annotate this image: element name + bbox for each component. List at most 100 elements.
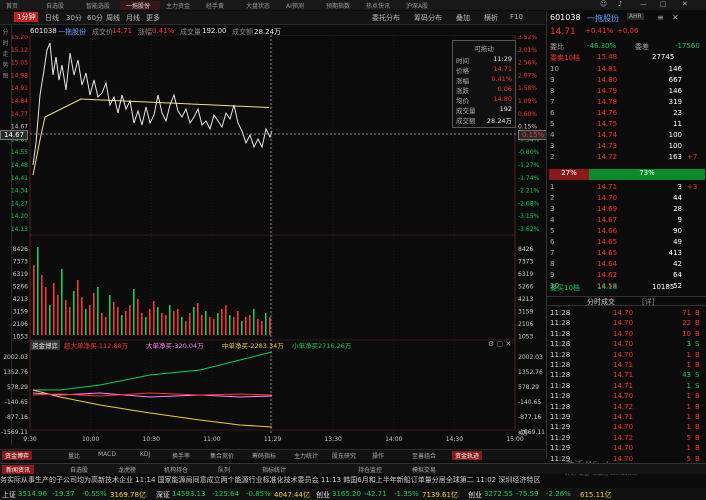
top-tab[interactable]: 沪深A股 <box>400 1 440 10</box>
bid-row[interactable]: 3 14.69 28 <box>547 205 706 215</box>
pct-tick-label: -1.27% <box>518 162 540 169</box>
panel-tab[interactable]: 模拟交易 <box>412 465 436 474</box>
index-name[interactable]: 上证 <box>2 490 16 500</box>
top-tab[interactable]: 预期指数 <box>320 1 360 10</box>
crosshair-tooltip[interactable]: 可拖动 时间 11:29 价格 14.71 涨幅 0.41% 涨跌 0.06 均价 14.80 成交… <box>452 40 516 128</box>
period-month-button[interactable]: 月线 <box>126 13 140 23</box>
top-tab[interactable]: 首页 <box>0 1 40 10</box>
level: 8 <box>550 260 555 268</box>
indicator-tab[interactable]: 筹码指标 <box>252 451 276 460</box>
flow-settings-icon[interactable]: ⚙ ▢ ✕ <box>488 340 511 348</box>
more-menu[interactable]: 更多 <box>146 13 160 23</box>
volume-bar <box>45 287 47 335</box>
news-ticker[interactable]: 务实际从事生产的子公司均为高新技术企业 11:14 国家能源局同意成立两个能源行… <box>0 475 706 488</box>
tooltip-value: 192 <box>499 105 512 113</box>
flow-legend-title[interactable]: 资金博弈 <box>30 340 60 350</box>
fold-menu[interactable]: 横折 <box>484 13 498 23</box>
index-amount: 615.11亿 <box>580 491 612 499</box>
maximize-icon[interactable]: □ <box>660 0 667 8</box>
user-icon[interactable]: ☺ <box>600 0 607 8</box>
top-tab[interactable]: 大盘状态 <box>240 1 280 10</box>
indicator-tab[interactable]: MACD <box>98 451 116 458</box>
flow-tick-label: 2002.03 <box>3 354 28 361</box>
indicator-tab[interactable]: 操作 <box>372 451 384 460</box>
indicator-tab-active[interactable]: 资金轨迹 <box>452 451 483 460</box>
top-tab[interactable]: 智能选股 <box>80 1 120 10</box>
panel-tab[interactable]: 队列 <box>218 465 230 474</box>
index-name[interactable]: 深证 <box>156 490 170 500</box>
panel-tab[interactable]: 指标统计 <box>262 465 286 474</box>
panel-tab[interactable]: 龙虎榜 <box>118 465 136 474</box>
top-tab[interactable]: 经手黄 <box>200 1 240 10</box>
trade-side: B <box>695 350 700 359</box>
index-pct: -2.26% <box>546 490 571 498</box>
bid-row[interactable]: 8 14.64 42 <box>547 260 706 270</box>
trade-price: 14.71 <box>613 371 634 380</box>
sidebar-menu-icon[interactable]: ≡ <box>657 13 664 22</box>
indicator-tab[interactable]: 资金博弈 <box>2 451 33 460</box>
ask-row[interactable]: 4 14.74 100 <box>547 131 706 141</box>
top-tab[interactable]: 主力资金 <box>160 1 200 10</box>
indicator-tab[interactable]: 主力统计 <box>294 451 318 460</box>
trades-detail-button[interactable]: [详] <box>642 297 654 307</box>
indicator-tab[interactable]: KDJ <box>140 451 150 458</box>
ask-row[interactable]: 2 14.72 163 +7 <box>547 153 706 163</box>
panel-tab[interactable]: 机构持仓 <box>164 465 188 474</box>
buy-total-price: 14.18 <box>597 283 618 291</box>
bid-row[interactable]: 4 14.67 9 <box>547 216 706 226</box>
panel-tab[interactable]: 新闻资讯 <box>2 465 35 474</box>
bid-row[interactable]: 7 14.65 413 <box>547 249 706 259</box>
indicator-tab[interactable]: 换手率 <box>172 451 190 460</box>
news-text[interactable]: 务实际从事生产的子公司均为高新技术企业 11:14 国家能源局同意成立两个能源行… <box>0 476 540 484</box>
minimize-icon[interactable]: — <box>640 0 647 8</box>
period-60min-button[interactable]: 60分 <box>87 13 103 23</box>
sidebar-close-icon[interactable]: ✕ <box>672 13 679 22</box>
indicator-tab[interactable]: 至善组合 <box>412 451 436 460</box>
level: 9 <box>550 271 555 279</box>
ask-row[interactable]: 9 14.80 667 <box>547 76 706 86</box>
bell-icon[interactable]: ♪ <box>618 0 622 8</box>
panel-tab[interactable]: 自选股 <box>70 465 88 474</box>
flow-super-line <box>32 392 273 397</box>
index-name[interactable]: 创业 <box>468 490 482 500</box>
ask-row[interactable]: 8 14.79 146 <box>547 87 706 97</box>
bid-row[interactable]: 2 14.70 44 <box>547 194 706 204</box>
index-name[interactable]: 创业 <box>316 490 330 500</box>
wb-label: 委比 <box>550 43 564 51</box>
period-day-button[interactable]: 日线 <box>45 13 59 23</box>
top-tab[interactable]: 热点快讯 <box>360 1 400 10</box>
price-tick-label: 14.77 <box>11 111 28 118</box>
volume-bar <box>205 311 207 335</box>
close-icon[interactable]: ✕ <box>682 0 688 8</box>
tooltip-row: 均价 14.80 <box>456 95 512 105</box>
bid-row[interactable]: 1 14.71 3 +3 <box>547 183 706 193</box>
index-change: -125.64 <box>212 490 240 498</box>
ask-row[interactable]: 7 14.78 319 <box>547 98 706 108</box>
bid-row[interactable]: 6 14.65 49 <box>547 238 706 248</box>
ask-row[interactable]: 5 14.75 11 <box>547 120 706 130</box>
ahr-badge[interactable]: AHR <box>627 13 644 20</box>
bid-row[interactable]: 9 14.62 64 <box>547 271 706 281</box>
chip-distribution-menu[interactable]: 筹码分布 <box>414 13 442 23</box>
trade-time: 11:28 <box>550 381 571 390</box>
panel-tab[interactable]: 持仓监控 <box>358 465 382 474</box>
ask-row[interactable]: 6 14.76 23 <box>547 109 706 119</box>
period-30min-button[interactable]: 30分 <box>66 13 82 23</box>
indicator-tab[interactable]: 股东研究 <box>332 451 356 460</box>
f10-button[interactable]: F10 <box>510 13 523 21</box>
price-tick-label: 14.84 <box>11 98 28 105</box>
ask-row[interactable]: 10 14.81 146 <box>547 65 706 75</box>
period-week-button[interactable]: 周线 <box>106 13 120 23</box>
indicator-tab[interactable]: 量比 <box>68 451 80 460</box>
level-volume: 146 <box>668 65 682 73</box>
bid-row[interactable]: 5 14.66 90 <box>547 227 706 237</box>
top-tab-active[interactable]: 一拖股份 <box>120 0 160 10</box>
wb-value: -46.30% <box>587 42 617 50</box>
period-1min-button[interactable]: 1分钟 <box>14 12 39 22</box>
order-distribution-menu[interactable]: 委托分布 <box>372 13 400 23</box>
overlay-menu[interactable]: 叠加 <box>456 13 470 23</box>
ask-row[interactable]: 3 14.73 100 <box>547 142 706 152</box>
top-tab[interactable]: 自选股 <box>40 1 80 10</box>
indicator-tab[interactable]: 集合竞价 <box>210 451 234 460</box>
top-tab[interactable]: AI预测 <box>280 1 320 10</box>
